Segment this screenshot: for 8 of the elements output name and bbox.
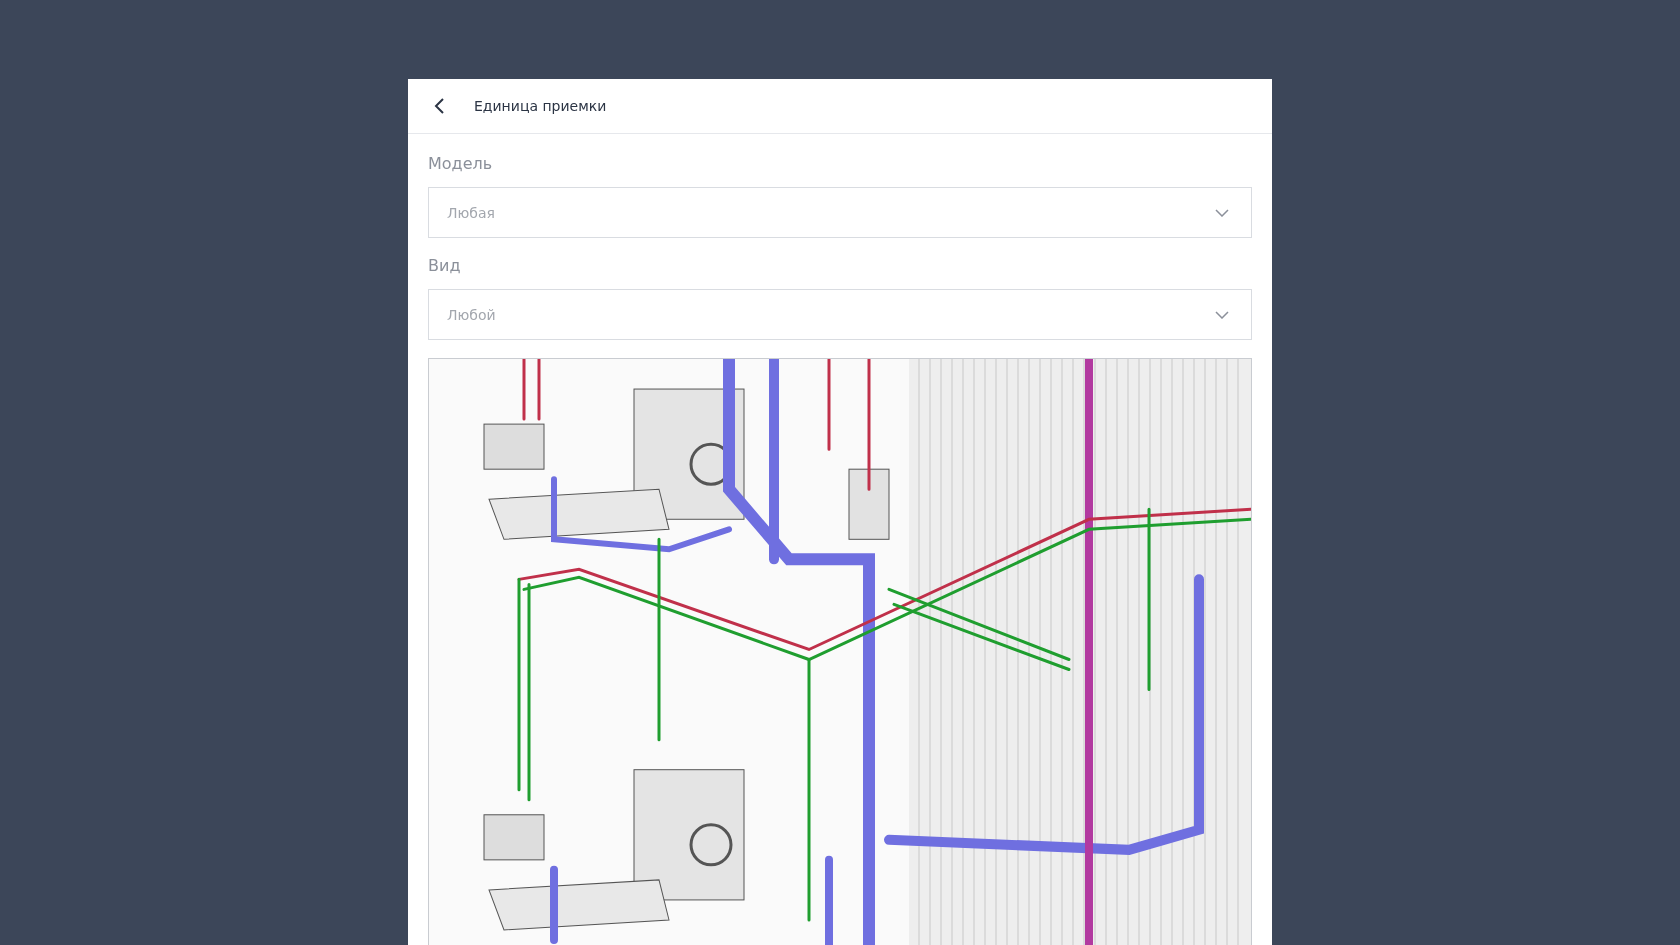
page-title: Единица приемки xyxy=(474,98,607,114)
field-label: Вид xyxy=(428,256,461,275)
dropdown-field[interactable]: Любой xyxy=(428,289,1252,340)
back-icon xyxy=(432,97,446,115)
chevron-down-icon xyxy=(1215,208,1229,217)
chevron-down-icon xyxy=(1215,310,1229,319)
dropdown-field[interactable]: Любая xyxy=(428,187,1252,238)
field-label: Модель xyxy=(428,154,493,173)
